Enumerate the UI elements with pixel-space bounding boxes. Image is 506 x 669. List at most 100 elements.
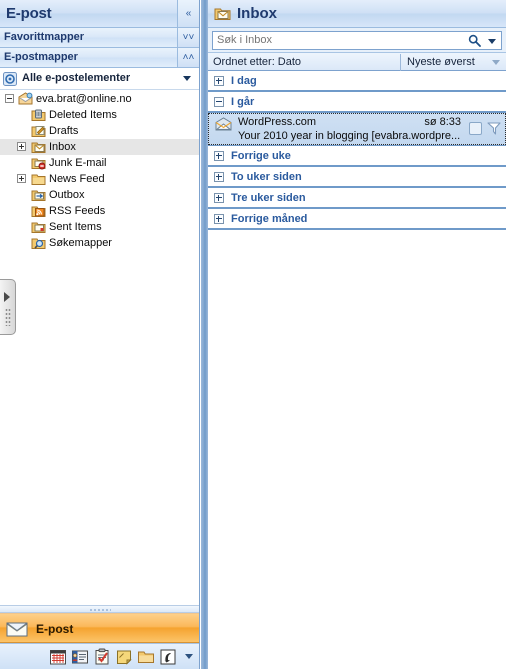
sort-divider: [400, 54, 401, 71]
notes-module-icon[interactable]: [115, 648, 133, 666]
group-header-today[interactable]: I dag: [208, 71, 506, 92]
section-mail-folders-label: E-postmapper: [4, 51, 78, 63]
inbox-folder-icon: [31, 140, 46, 154]
collapse-nav-pane-button[interactable]: «: [177, 0, 199, 27]
mail-scope-label: Alle e-postelementer: [22, 72, 131, 84]
module-button-label: E-post: [36, 622, 74, 636]
mailbox-icon: [18, 92, 33, 106]
tree-item-label: Outbox: [49, 189, 85, 201]
folder-header: Inbox: [208, 0, 506, 28]
folder-list-module-icon[interactable]: [137, 648, 155, 666]
search-box[interactable]: [212, 31, 502, 50]
tree-item-label: RSS Feeds: [49, 205, 106, 217]
chevron-down-icon[interactable]: ˅˅: [177, 28, 199, 47]
pane-splitter[interactable]: [201, 0, 208, 669]
tree-item-label: Drafts: [49, 125, 79, 137]
trash-folder-icon: [31, 108, 46, 122]
sort-field-label[interactable]: Ordnet etter: Dato: [213, 56, 301, 68]
expander-toggle[interactable]: [214, 214, 224, 224]
mail-scope-selector[interactable]: Alle e-postelementer: [0, 68, 199, 90]
expand-pane-tab[interactable]: [0, 279, 16, 335]
mail-scope-icon: [3, 72, 17, 86]
tree-item-outbox[interactable]: Outbox: [0, 187, 199, 203]
outlook-window: E-post « Favorittmapper ˅˅ E-postmapper …: [0, 0, 506, 669]
search-icon[interactable]: [468, 34, 481, 47]
group-header-label: I dag: [231, 75, 257, 87]
tree-item-news-feed[interactable]: News Feed: [0, 171, 199, 187]
folder-tree: eva.brat@online.no Deleted Items Drafts …: [0, 91, 199, 590]
group-header-three-weeks-ago[interactable]: Tre uker siden: [208, 188, 506, 209]
section-mail-folders[interactable]: E-postmapper ˄˄: [0, 48, 199, 68]
group-header-label: Tre uker siden: [231, 192, 306, 204]
folder-header-title: Inbox: [237, 5, 277, 22]
outbox-folder-icon: [31, 188, 46, 202]
sent-folder-icon: [31, 220, 46, 234]
tree-item-label: Sent Items: [49, 221, 102, 233]
group-header-last-week[interactable]: Forrige uke: [208, 146, 506, 167]
expander-toggle[interactable]: [17, 174, 26, 183]
section-favorite-folders[interactable]: Favorittmapper ˅˅: [0, 28, 199, 48]
shortcuts-module-icon[interactable]: [159, 648, 177, 666]
nav-pane-splitter[interactable]: [0, 605, 199, 613]
search-folder-icon: [31, 236, 46, 250]
tree-item-drafts[interactable]: Drafts: [0, 123, 199, 139]
chevron-up-icon[interactable]: ˄˄: [177, 48, 199, 67]
tree-item-junk-email[interactable]: Junk E-mail: [0, 155, 199, 171]
rss-folder-icon: [31, 204, 46, 218]
tasks-module-icon[interactable]: [93, 648, 111, 666]
open-envelope-icon: [215, 117, 232, 131]
tree-item-label: News Feed: [49, 173, 105, 185]
message-list-item[interactable]: WordPress.com sø 8:33 Your 2010 year in …: [208, 113, 506, 146]
chevron-down-icon[interactable]: [492, 60, 500, 65]
tree-item-label: Søkemapper: [49, 237, 112, 249]
module-button-mail[interactable]: E-post: [0, 613, 199, 643]
nav-pane-title-bar: E-post «: [0, 0, 199, 28]
drafts-folder-icon: [31, 124, 46, 138]
tree-item-deleted-items[interactable]: Deleted Items: [0, 107, 199, 123]
message-list: I dag I går WordPress.com sø 8:33 Your 2…: [208, 71, 506, 669]
calendar-module-icon[interactable]: [49, 648, 67, 666]
sort-order-label[interactable]: Nyeste øverst: [407, 56, 475, 68]
navigation-pane: E-post « Favorittmapper ˅˅ E-postmapper …: [0, 0, 200, 669]
configure-buttons-icon[interactable]: [185, 654, 193, 659]
expander-toggle[interactable]: [214, 193, 224, 203]
expander-toggle[interactable]: [214, 97, 224, 107]
tree-item-label: eva.brat@online.no: [36, 93, 132, 105]
tree-item-label: Junk E-mail: [49, 157, 107, 169]
categorize-checkbox[interactable]: [469, 122, 482, 135]
tree-item-rss-feeds[interactable]: RSS Feeds: [0, 203, 199, 219]
expander-toggle[interactable]: [214, 76, 224, 86]
expander-toggle[interactable]: [5, 94, 14, 103]
section-favorite-folders-label: Favorittmapper: [4, 31, 85, 43]
group-header-yesterday[interactable]: I går: [208, 92, 506, 113]
page-title: E-post: [6, 5, 52, 22]
group-header-last-month[interactable]: Forrige måned: [208, 209, 506, 230]
group-header-label: To uker siden: [231, 171, 302, 183]
search-input[interactable]: [217, 34, 457, 46]
group-header-label: I går: [231, 96, 255, 108]
message-received: sø 8:33: [424, 116, 461, 128]
tree-item-sent-items[interactable]: Sent Items: [0, 219, 199, 235]
tree-item-label: Deleted Items: [49, 109, 117, 121]
flag-icon[interactable]: [486, 121, 502, 136]
message-list-pane: Inbox Ordnet etter: Dato Nyeste øverst: [208, 0, 506, 669]
mail-module-icon: [6, 619, 28, 639]
junk-folder-icon: [31, 156, 46, 170]
sort-bar: Ordnet etter: Dato Nyeste øverst: [208, 52, 506, 71]
tree-item-inbox[interactable]: Inbox: [0, 139, 199, 155]
group-header-two-weeks-ago[interactable]: To uker siden: [208, 167, 506, 188]
tree-item-search-folders[interactable]: Søkemapper: [0, 235, 199, 251]
expander-toggle[interactable]: [214, 172, 224, 182]
search-bar: [208, 28, 506, 52]
chevron-down-icon[interactable]: [183, 76, 191, 81]
expander-toggle[interactable]: [214, 151, 224, 161]
message-sender: WordPress.com: [238, 116, 317, 128]
tree-item-account[interactable]: eva.brat@online.no: [0, 91, 199, 107]
search-options-chevron-down-icon[interactable]: [488, 39, 496, 44]
contacts-module-icon[interactable]: [71, 648, 89, 666]
drag-grip: [5, 308, 11, 326]
expand-right-icon: [4, 292, 10, 302]
tree-item-label: Inbox: [49, 141, 76, 153]
expander-toggle[interactable]: [17, 142, 26, 151]
splitter-grip: [88, 609, 111, 611]
